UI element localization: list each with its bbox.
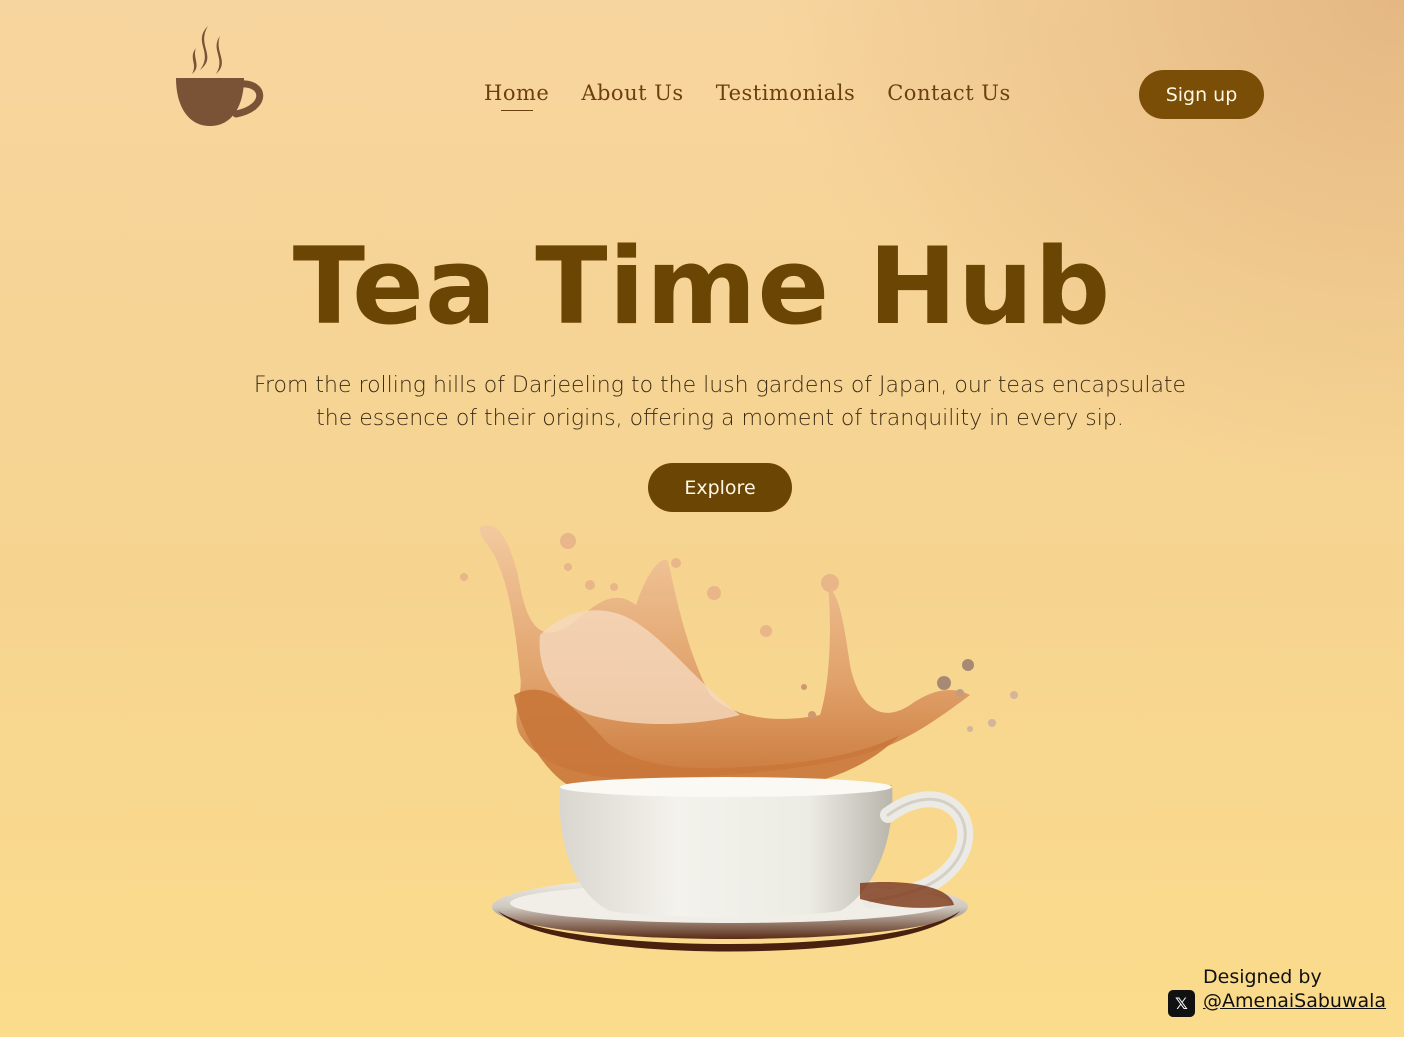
tea-cup-splash-image — [440, 515, 1040, 975]
explore-button[interactable]: Explore — [648, 463, 792, 512]
nav-home[interactable]: Home — [484, 78, 549, 111]
hero-title: Tea Time Hub — [292, 225, 1112, 348]
nav-about-us[interactable]: About Us — [581, 78, 683, 108]
designer-credit: Designed by 𝕏 @AmenaiSabuwala — [1168, 964, 1398, 1024]
hero-subtitle-line-2: the essence of their origins, offering a… — [316, 406, 1124, 431]
credit-handle-link[interactable]: @AmenaiSabuwala — [1203, 990, 1386, 1012]
hero-subtitle: From the rolling hills of Darjeeling to … — [250, 369, 1190, 435]
logo[interactable] — [170, 22, 270, 132]
main-nav: Home About Us Testimonials Contact Us — [484, 78, 1011, 111]
nav-contact-us[interactable]: Contact Us — [887, 78, 1011, 108]
x-logo-icon[interactable]: 𝕏 — [1168, 990, 1195, 1017]
hero-subtitle-line-1: From the rolling hills of Darjeeling to … — [253, 373, 1187, 398]
nav-testimonials[interactable]: Testimonials — [716, 78, 856, 108]
steaming-cup-icon — [176, 26, 264, 126]
credit-label: Designed by — [1203, 966, 1322, 988]
signup-button[interactable]: Sign up — [1139, 70, 1264, 119]
